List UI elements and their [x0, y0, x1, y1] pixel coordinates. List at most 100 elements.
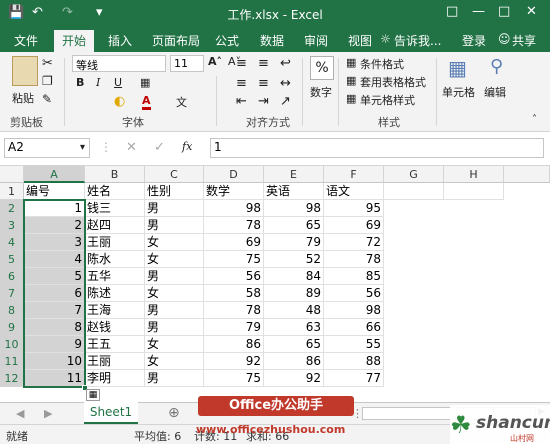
table-cell[interactable]: 92 — [204, 353, 264, 370]
table-cell[interactable]: 赵钱 — [85, 319, 145, 336]
tell-me-search[interactable]: 告诉我... — [394, 32, 441, 49]
table-cell[interactable]: 79 — [264, 234, 324, 251]
table-cell[interactable]: 男 — [145, 200, 204, 217]
table-cell[interactable] — [444, 183, 504, 200]
table-cell[interactable]: 女 — [145, 251, 204, 268]
tab-view[interactable]: 视图 — [348, 32, 372, 49]
table-cell[interactable]: 王海 — [85, 302, 145, 319]
insert-function-icon[interactable]: fx — [182, 140, 192, 153]
table-cell[interactable]: 李明 — [85, 370, 145, 387]
table-cell[interactable]: 86 — [204, 336, 264, 353]
table-cell[interactable]: 75 — [204, 370, 264, 387]
table-cell[interactable]: 78 — [204, 302, 264, 319]
merge-center-icon[interactable]: ↔ — [280, 76, 291, 91]
increase-font-icon[interactable]: A˄ — [208, 55, 222, 68]
paste-icon[interactable] — [12, 56, 38, 86]
paste-button[interactable]: 粘贴 — [12, 90, 34, 106]
column-header[interactable]: A — [24, 166, 85, 183]
tab-data[interactable]: 数据 — [260, 32, 284, 49]
orientation-icon[interactable]: ↗ — [280, 94, 291, 109]
fill-color-icon[interactable]: ◐ — [114, 94, 125, 109]
table-cell[interactable]: 48 — [264, 302, 324, 319]
prev-sheet-icon[interactable]: ◀ — [16, 407, 24, 420]
row-header[interactable]: 2 — [0, 200, 24, 217]
cut-icon[interactable]: ✂ — [42, 56, 53, 71]
table-cell[interactable] — [384, 183, 444, 200]
row-header[interactable]: 9 — [0, 319, 24, 336]
align-top-icon[interactable]: ≡ — [236, 56, 247, 71]
row-header[interactable]: 8 — [0, 302, 24, 319]
row-header[interactable]: 10 — [0, 336, 24, 353]
table-cell[interactable]: 3 — [24, 234, 85, 251]
table-cell[interactable]: 85 — [324, 268, 384, 285]
phonetic-icon[interactable]: 文 — [176, 94, 187, 110]
table-cell[interactable]: 男 — [145, 217, 204, 234]
table-cell[interactable]: 王五 — [85, 336, 145, 353]
conditional-format-button[interactable]: 条件格式 — [360, 56, 404, 72]
table-cell[interactable]: 陈述 — [85, 285, 145, 302]
border-icon[interactable]: ▦ — [140, 76, 150, 89]
underline-icon[interactable]: U — [114, 76, 122, 89]
maximize-icon[interactable]: □ — [498, 4, 510, 19]
table-cell[interactable]: 赵四 — [85, 217, 145, 234]
table-cell[interactable]: 2 — [24, 217, 85, 234]
table-cell[interactable]: 98 — [324, 302, 384, 319]
table-cell[interactable]: 58 — [204, 285, 264, 302]
formula-input[interactable]: 1 — [210, 138, 544, 158]
increase-indent-icon[interactable]: ⇥ — [258, 94, 269, 109]
row-header[interactable]: 5 — [0, 251, 24, 268]
table-cell[interactable]: 89 — [264, 285, 324, 302]
column-header[interactable]: D — [204, 166, 264, 183]
table-cell[interactable]: 姓名 — [85, 183, 145, 200]
table-cell[interactable]: 56 — [324, 285, 384, 302]
table-cell[interactable]: 92 — [264, 370, 324, 387]
table-cell[interactable]: 9 — [24, 336, 85, 353]
table-cell[interactable]: 7 — [24, 302, 85, 319]
add-sheet-icon[interactable]: ⊕ — [168, 405, 180, 421]
wrap-text-icon[interactable]: ↩ — [280, 56, 291, 71]
table-cell[interactable]: 10 — [24, 353, 85, 370]
table-cell[interactable]: 65 — [264, 217, 324, 234]
table-cell[interactable]: 男 — [145, 370, 204, 387]
table-cell[interactable]: 女 — [145, 285, 204, 302]
font-size-select[interactable]: 11 — [170, 55, 204, 72]
tab-home[interactable]: 开始 — [54, 30, 95, 52]
table-cell[interactable]: 女 — [145, 336, 204, 353]
table-cell[interactable]: 66 — [324, 319, 384, 336]
table-cell[interactable]: 英语 — [264, 183, 324, 200]
table-cell[interactable]: 65 — [264, 336, 324, 353]
table-cell[interactable]: 95 — [324, 200, 384, 217]
table-cell[interactable]: 77 — [324, 370, 384, 387]
percent-icon[interactable]: % — [310, 56, 334, 80]
minimize-icon[interactable]: — — [472, 4, 485, 19]
table-cell[interactable]: 6 — [24, 285, 85, 302]
ribbon-display-icon[interactable]: □ — [446, 4, 458, 19]
table-cell[interactable]: 75 — [204, 251, 264, 268]
sheet-tab[interactable]: Sheet1 — [84, 402, 138, 424]
table-cell[interactable]: 王丽 — [85, 353, 145, 370]
table-cell[interactable]: 52 — [264, 251, 324, 268]
table-cell[interactable]: 11 — [24, 370, 85, 387]
row-header[interactable]: 4 — [0, 234, 24, 251]
login-link[interactable]: 登录 — [462, 32, 486, 49]
table-cell[interactable]: 男 — [145, 302, 204, 319]
decrease-indent-icon[interactable]: ⇤ — [236, 94, 247, 109]
row-header[interactable]: 3 — [0, 217, 24, 234]
align-left-icon[interactable]: ≡ — [236, 76, 247, 91]
cells-button[interactable]: 单元格 — [442, 84, 475, 100]
table-cell[interactable]: 女 — [145, 234, 204, 251]
font-name-select[interactable]: 等线 — [72, 55, 166, 72]
column-header[interactable]: C — [145, 166, 204, 183]
table-cell[interactable]: 钱三 — [85, 200, 145, 217]
column-header[interactable]: E — [264, 166, 324, 183]
table-cell[interactable]: 78 — [324, 251, 384, 268]
column-header[interactable]: B — [85, 166, 145, 183]
table-cell[interactable]: 五华 — [85, 268, 145, 285]
table-cell[interactable]: 编号 — [24, 183, 85, 200]
collapse-ribbon-icon[interactable]: ˄ — [532, 114, 537, 125]
name-box[interactable]: A2 — [4, 138, 90, 158]
column-header[interactable]: G — [384, 166, 444, 183]
row-header[interactable]: 12 — [0, 370, 24, 387]
tab-formula[interactable]: 公式 — [215, 32, 239, 49]
tab-file[interactable]: 文件 — [14, 32, 38, 49]
